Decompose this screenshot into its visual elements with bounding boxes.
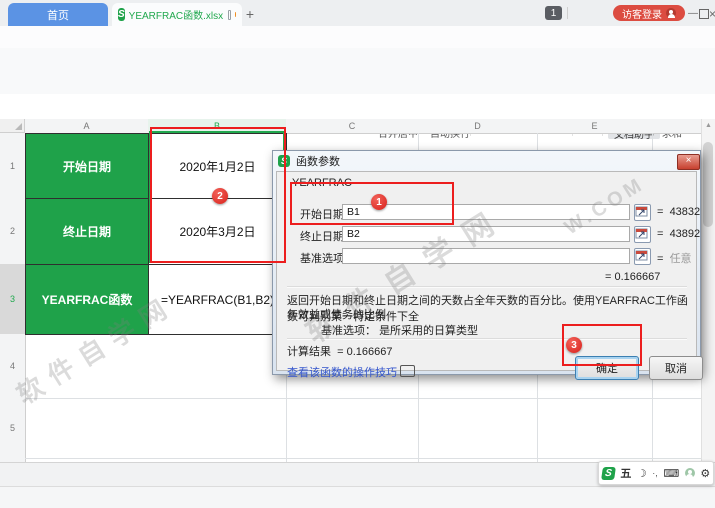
function-description-line2: 年效益或债务的比例	[287, 309, 386, 321]
restore-button[interactable]	[699, 9, 709, 19]
arg3-label: 基准选项	[300, 253, 344, 265]
arg1-result: = 43832	[657, 206, 701, 218]
ribbon-toolbar: ✂ 粘贴 ▾ 格式刷 ▾ ▾ A⁺ A⁻ B I U ⊞ ▨ ◇ A ◈ ⊞ 合…	[0, 48, 715, 141]
keyboard-icon[interactable]: ⌨	[663, 467, 679, 480]
tab-document[interactable]: S YEARFRAC函数.xlsx	[112, 3, 242, 26]
divider	[287, 286, 687, 288]
arg1-range-picker-button[interactable]	[634, 204, 651, 221]
wps-logo-icon: S	[118, 8, 125, 21]
gridline	[25, 458, 701, 459]
row-header-4[interactable]: 4	[0, 334, 26, 399]
document-tab-title: YEARFRAC函数.xlsx	[128, 11, 224, 22]
ime-lang-button[interactable]: 五	[620, 465, 631, 481]
row-header-2[interactable]: 2	[0, 198, 26, 265]
window-tab-bar: 首页 S YEARFRAC函数.xlsx + 1 访客登录 — ×	[0, 0, 715, 27]
dialog-close-button[interactable]: ×	[677, 154, 700, 170]
cell-A1[interactable]: 开始日期	[25, 133, 149, 199]
column-header-E[interactable]: E	[537, 119, 653, 134]
vertical-scroll-thumb[interactable]	[703, 142, 713, 227]
column-header-A[interactable]: A	[25, 119, 149, 134]
function-tips-link[interactable]: 查看该函数的操作技巧	[287, 364, 415, 380]
arg3-input[interactable]	[342, 248, 630, 264]
cell-A3[interactable]: YEARFRAC函数	[25, 264, 149, 335]
arg3-range-picker-button[interactable]	[634, 248, 651, 265]
cell-B3-editing[interactable]: =YEARFRAC(B1,B2)	[148, 264, 287, 335]
moon-icon[interactable]: ☽	[637, 467, 647, 480]
annotation-step3-badge: 3	[566, 337, 582, 353]
arg2-value: B2	[347, 228, 360, 240]
select-all-corner[interactable]	[0, 119, 25, 133]
gridline	[25, 398, 701, 399]
row-header-3[interactable]: 3	[0, 264, 26, 335]
ime-toolbar: S 五 ☽ ·, ⌨ ⚙	[598, 461, 714, 485]
pin-icon[interactable]	[228, 9, 232, 20]
unsaved-dot-icon	[235, 12, 236, 17]
dialog-title: 函数参数	[296, 156, 340, 168]
ime-user-icon[interactable]	[684, 468, 695, 478]
cancel-button[interactable]: 取消	[649, 356, 703, 380]
wps-spreadsheet-window: 首页 S YEARFRAC函数.xlsx + 1 访客登录 — × ≡ 文件 ↶…	[0, 0, 715, 508]
window-count-badge[interactable]: 1	[545, 6, 562, 20]
annotation-step2-badge: 2	[212, 188, 228, 204]
arg3-result: = 任意	[657, 253, 692, 265]
dialog-title-bar[interactable]: S 函数参数	[273, 151, 700, 171]
video-icon	[400, 365, 415, 377]
column-header-partial[interactable]	[652, 119, 702, 134]
status-bar: ⊘ 文档未保护 编辑状态 ▾ 100% ▾ − +	[0, 486, 715, 508]
row-header-1[interactable]: 1	[0, 133, 26, 199]
annotation-step1-badge: 1	[371, 194, 387, 210]
formula-preview-result: = 0.166667	[605, 271, 661, 283]
arg2-input[interactable]: B2	[342, 226, 630, 242]
corner-triangle-icon	[15, 123, 22, 130]
guest-login-button[interactable]: 访客登录	[613, 5, 685, 21]
new-tab-button[interactable]: +	[241, 5, 259, 23]
cell-A2[interactable]: 终止日期	[25, 198, 149, 265]
formula-bar: YEARFRAC ▾ × ✓ fx =YEARFRAC(B1,B2)	[0, 94, 715, 211]
close-window-button[interactable]: ×	[709, 7, 715, 21]
menu-bar: ≡ 文件 ↶ ↷ ▾ 开始 插入 页面布局 公式 数据 审阅 视图 安全 开发工…	[0, 26, 715, 71]
arg-hint: 基准选项： 是所采用的日算类型	[321, 325, 479, 337]
minimize-button[interactable]: —	[688, 8, 698, 19]
column-header-D[interactable]: D	[418, 119, 538, 134]
scroll-up-icon[interactable]: ▲	[702, 119, 715, 131]
arg2-result: = 43892	[657, 228, 701, 240]
arg2-label: 终止日期	[300, 231, 344, 243]
row-header-5[interactable]: 5	[0, 398, 26, 459]
divider	[567, 7, 568, 19]
arg2-range-picker-button[interactable]	[634, 226, 651, 243]
guest-login-label: 访客登录	[622, 9, 662, 21]
calc-result: 计算结果 = 0.166667	[287, 346, 393, 358]
punctuation-icon[interactable]: ·,	[652, 468, 658, 478]
tab-home[interactable]: 首页	[8, 3, 108, 26]
column-header-C[interactable]: C	[286, 119, 419, 134]
user-avatar-icon	[666, 8, 676, 18]
ime-logo-icon[interactable]: S	[600, 466, 616, 480]
wrench-icon[interactable]: ⚙	[700, 467, 710, 480]
